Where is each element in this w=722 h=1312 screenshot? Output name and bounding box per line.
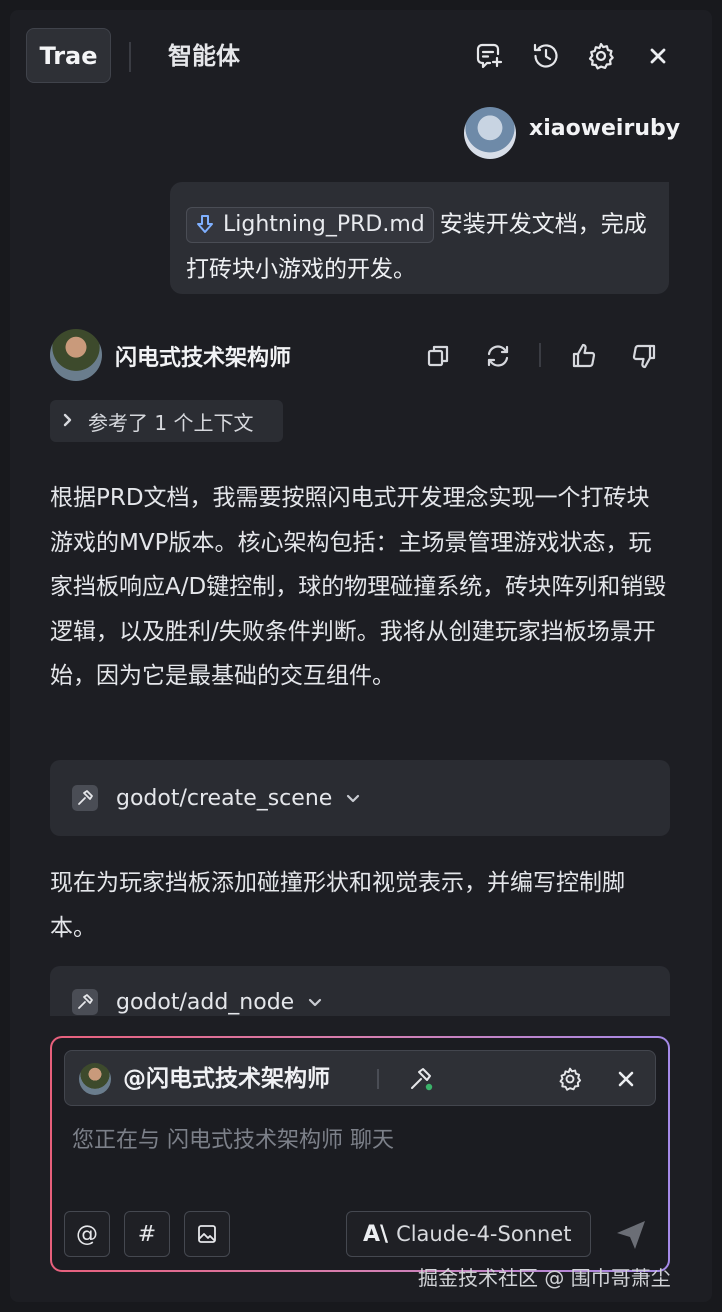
hash-button[interactable]: # — [124, 1211, 170, 1257]
download-icon — [197, 214, 213, 233]
watermark: 掘金技术社区 @ 围巾哥萧尘 — [418, 1266, 671, 1290]
agent-name: 闪电式技术架构师 — [115, 346, 292, 371]
agent-reply-paragraph: 根据PRD文档，我需要按照闪电式开发理念实现一个打砖块游戏的MVP版本。核心架构… — [50, 485, 667, 689]
model-name: Claude-4-Sonnet — [396, 1222, 572, 1246]
tool-hammer-icon — [72, 989, 98, 1015]
tab-divider — [129, 42, 131, 72]
tool-call-label: godot/add_node — [116, 989, 295, 1015]
model-selector[interactable]: A\ Claude-4-Sonnet — [346, 1211, 591, 1257]
image-upload-button[interactable] — [184, 1211, 230, 1257]
file-chip[interactable]: Lightning_PRD.md — [186, 206, 434, 243]
chevron-down-icon — [308, 992, 322, 1013]
user-message: Lightning_PRD.md 安装开发文档，完成打砖块小游戏的开发。 — [170, 182, 669, 294]
agent-settings-icon[interactable] — [552, 1061, 588, 1097]
chat-input-placeholder[interactable]: 您正在与 闪电式技术架构师 聊天 — [72, 1122, 394, 1154]
tools-icon[interactable] — [403, 1061, 439, 1097]
new-chat-icon[interactable] — [471, 38, 507, 74]
send-icon[interactable] — [611, 1215, 651, 1255]
copy-icon[interactable] — [420, 338, 456, 374]
history-icon[interactable] — [528, 38, 564, 74]
close-icon[interactable] — [640, 38, 676, 74]
agent-mention: @闪电式技术架构师 — [123, 1066, 330, 1092]
settings-icon[interactable] — [583, 38, 619, 74]
tab-trae[interactable]: Trae — [26, 28, 111, 83]
agent-selector-bar[interactable]: @闪电式技术架构师 — [64, 1050, 656, 1106]
scroll-fade — [50, 1016, 670, 1038]
agent-avatar — [50, 329, 102, 381]
user-avatar — [464, 107, 516, 159]
anthropic-logo-icon: A\ — [363, 1221, 389, 1247]
user-name: xiaoweiruby — [529, 116, 681, 141]
tool-call-label: godot/create_scene — [116, 785, 333, 811]
context-label: 参考了 1 个上下文 — [88, 410, 254, 435]
action-divider — [539, 343, 541, 367]
regenerate-icon[interactable] — [480, 338, 516, 374]
chevron-down-icon — [346, 788, 360, 809]
file-chip-label: Lightning_PRD.md — [223, 211, 425, 237]
tab-agents[interactable]: 智能体 — [168, 38, 240, 74]
mention-button[interactable]: @ — [64, 1211, 110, 1257]
context-toggle[interactable]: 参考了 1 个上下文 — [50, 400, 283, 442]
bar-divider — [377, 1069, 379, 1089]
tool-hammer-icon — [72, 785, 98, 811]
remove-agent-icon[interactable] — [608, 1061, 644, 1097]
agent-mini-avatar — [79, 1063, 111, 1095]
thumbs-up-icon[interactable] — [566, 338, 602, 374]
image-icon — [198, 1225, 216, 1243]
agent-reply-paragraph-2: 现在为玩家挡板添加碰撞形状和视觉表示，并编写控制脚本。 — [50, 870, 625, 941]
thumbs-down-icon[interactable] — [626, 338, 662, 374]
tool-call-card[interactable]: godot/create_scene — [50, 760, 670, 836]
chevron-right-icon — [62, 411, 74, 432]
